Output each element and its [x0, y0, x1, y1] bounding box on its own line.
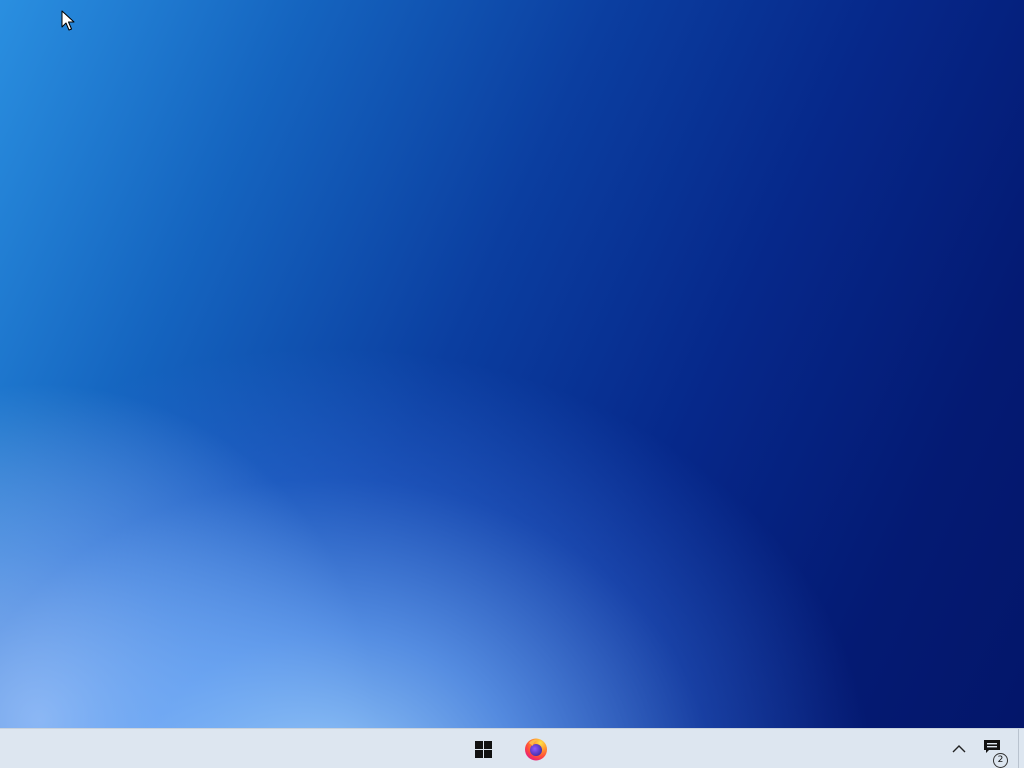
notification-center-button[interactable]: 2 — [978, 729, 1008, 768]
windows-logo-icon — [474, 740, 492, 758]
chevron-up-icon — [952, 745, 966, 753]
mouse-cursor-icon — [61, 10, 75, 31]
desktop-background[interactable] — [0, 0, 1024, 728]
show-hidden-icons-button[interactable] — [947, 729, 971, 768]
taskbar: 2 — [0, 728, 1024, 768]
firefox-icon — [525, 738, 547, 761]
screen: 2 — [0, 0, 1024, 768]
show-desktop-button[interactable] — [1018, 729, 1024, 768]
start-button[interactable] — [463, 729, 503, 768]
notification-count-badge: 2 — [993, 753, 1008, 768]
firefox-taskbar-button[interactable] — [516, 729, 556, 768]
